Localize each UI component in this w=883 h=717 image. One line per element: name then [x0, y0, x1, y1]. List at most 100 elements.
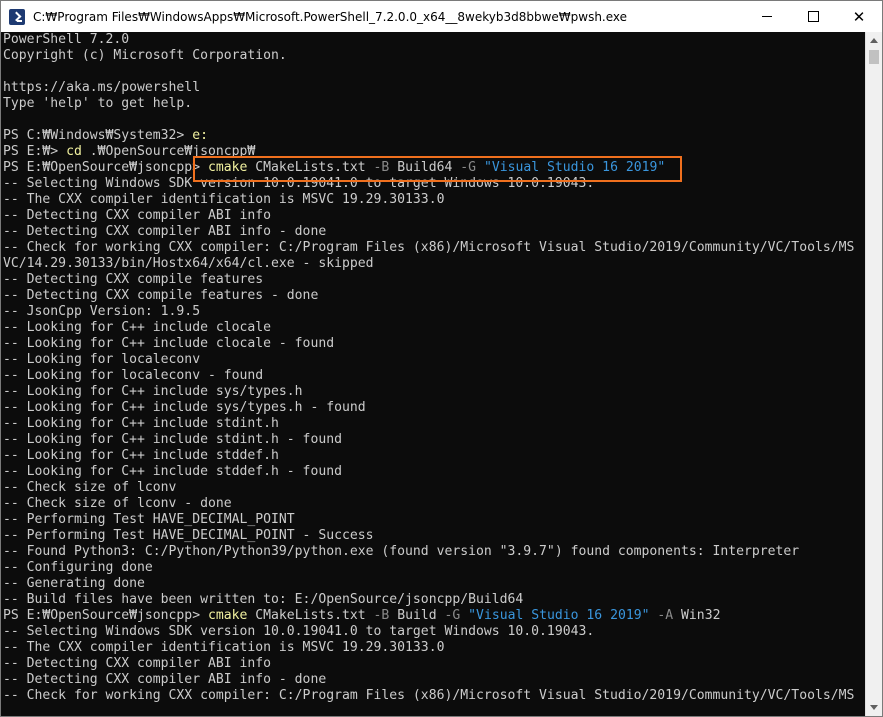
terminal-line: https://aka.ms/powershell [1, 80, 865, 96]
terminal-line: -- Check for working CXX compiler: C:/Pr… [1, 240, 865, 256]
terminal-line: -- Looking for C++ include stddef.h - fo… [1, 464, 865, 480]
terminal-line: -- The CXX compiler identification is MS… [1, 640, 865, 656]
minimize-icon [762, 16, 772, 17]
terminal-output[interactable]: PowerShell 7.2.0 Copyright (c) Microsoft … [1, 32, 865, 716]
close-button[interactable]: ✕ [836, 1, 882, 32]
command-highlight-box [193, 156, 682, 182]
terminal-token: Build [389, 608, 445, 623]
terminal-token: -- Looking for C++ include sys/types.h -… [3, 400, 366, 415]
terminal-line: PowerShell 7.2.0 [1, 32, 865, 48]
terminal-line: -- Looking for C++ include stdint.h - fo… [1, 432, 865, 448]
terminal-token: -- Detecting CXX compiler ABI info - don… [3, 672, 327, 687]
terminal-line: VC/14.29.30133/bin/Hostx64/x64/cl.exe - … [1, 256, 865, 272]
terminal-token: VC/14.29.30133/bin/Hostx64/x64/cl.exe - … [3, 256, 374, 271]
terminal-token: -- Detecting CXX compile features [3, 272, 264, 287]
terminal-token: -- Detecting CXX compiler ABI info [3, 656, 272, 671]
terminal-line: -- Detecting CXX compile features - done [1, 288, 865, 304]
terminal-token: cd [66, 144, 82, 159]
terminal-token: PS E:₩OpenSource₩jsoncpp> [3, 160, 208, 175]
terminal-token: -- Check for working CXX compiler: C:/Pr… [3, 688, 855, 703]
terminal-token: -- Looking for localeconv [3, 352, 201, 367]
arrow-up-icon [870, 38, 878, 43]
terminal-token: -- Performing Test HAVE_DECIMAL_POINT [3, 512, 295, 527]
terminal-token: Copyright (c) Microsoft Corporation. [3, 48, 287, 63]
terminal-line: -- Looking for C++ include sys/types.h -… [1, 400, 865, 416]
terminal-token: PS E:₩OpenSource₩jsoncpp> [3, 608, 208, 623]
title-bar[interactable]: C:₩Program Files₩WindowsApps₩Microsoft.P… [1, 1, 882, 32]
close-icon: ✕ [852, 7, 866, 26]
terminal-line: -- Looking for C++ include stdint.h [1, 416, 865, 432]
terminal-line: -- Detecting CXX compiler ABI info [1, 208, 865, 224]
terminal-line: -- Looking for localeconv - found [1, 368, 865, 384]
terminal-line: -- Looking for C++ include clocale - fou… [1, 336, 865, 352]
powershell-window: C:₩Program Files₩WindowsApps₩Microsoft.P… [0, 0, 883, 717]
terminal-token: -- Check size of lconv - done [3, 496, 232, 511]
terminal-token: -- Looking for C++ include clocale - fou… [3, 336, 335, 351]
terminal-line: Type 'help' to get help. [1, 96, 865, 112]
scroll-down-button[interactable] [866, 699, 882, 716]
terminal-token: -- Configuring done [3, 560, 153, 575]
terminal-line: -- Configuring done [1, 560, 865, 576]
terminal-line: -- Performing Test HAVE_DECIMAL_POINT - … [1, 528, 865, 544]
terminal-line: -- Check size of lconv [1, 480, 865, 496]
terminal-token: e: [192, 128, 208, 143]
maximize-button[interactable] [790, 1, 836, 32]
terminal-token: Win32 [673, 608, 721, 623]
terminal-line: PS E:₩OpenSource₩jsoncpp> cmake CMakeLis… [1, 608, 865, 624]
terminal-line: -- JsonCpp Version: 1.9.5 [1, 304, 865, 320]
powershell-icon [9, 8, 25, 25]
terminal-token: -- Check for working CXX compiler: C:/Pr… [3, 240, 855, 255]
terminal-token: PS E:₩> [3, 144, 67, 159]
terminal-line: -- Detecting CXX compiler ABI info - don… [1, 672, 865, 688]
arrow-down-icon [870, 705, 878, 710]
terminal-line: -- The CXX compiler identification is MS… [1, 192, 865, 208]
maximize-icon [807, 11, 819, 22]
terminal-token: -A [657, 608, 674, 623]
terminal-line: -- Check for working CXX compiler: C:/Pr… [1, 688, 865, 704]
terminal-token: -- Detecting CXX compiler ABI info - don… [3, 224, 327, 239]
terminal-token: CMakeLists.txt [247, 608, 374, 623]
terminal-line: -- Looking for C++ include clocale [1, 320, 865, 336]
terminal-token: -G [444, 608, 461, 623]
terminal-line: -- Detecting CXX compiler ABI info [1, 656, 865, 672]
terminal-token: -- Performing Test HAVE_DECIMAL_POINT - … [3, 528, 374, 543]
terminal-token: -- Selecting Windows SDK version 10.0.19… [3, 624, 595, 639]
terminal-token: PowerShell 7.2.0 [3, 32, 130, 47]
vertical-scrollbar[interactable] [865, 32, 882, 716]
terminal-token: -- Looking for C++ include stddef.h [3, 448, 279, 463]
terminal-token: -- Looking for C++ include stdint.h - fo… [3, 432, 342, 447]
scrollbar-thumb[interactable] [869, 50, 879, 64]
terminal-line: -- Detecting CXX compiler ABI info - don… [1, 224, 865, 240]
terminal-line: -- Detecting CXX compile features [1, 272, 865, 288]
terminal-token: PS C:₩Windows₩System32> [3, 128, 193, 143]
terminal-token: -- Found Python3: C:/Python/Python39/pyt… [3, 544, 800, 559]
terminal-line: -- Build files have been written to: E:/… [1, 592, 865, 608]
scroll-up-button[interactable] [866, 32, 882, 49]
minimize-button[interactable] [744, 1, 790, 32]
terminal-line: -- Performing Test HAVE_DECIMAL_POINT [1, 512, 865, 528]
terminal-token: cmake [207, 608, 248, 623]
terminal-token: -- Looking for C++ include stddef.h - fo… [3, 464, 342, 479]
terminal-token: -- Looking for C++ include clocale [3, 320, 272, 335]
terminal-token: -- Build files have been written to: E:/… [3, 592, 524, 607]
terminal-line: -- Generating done [1, 576, 865, 592]
terminal-token: -- Looking for localeconv - found [3, 368, 264, 383]
terminal-line: Copyright (c) Microsoft Corporation. [1, 48, 865, 64]
terminal-line: -- Looking for C++ include sys/types.h [1, 384, 865, 400]
terminal-token: -- Generating done [3, 576, 145, 591]
terminal-token: -- Check size of lconv [3, 480, 177, 495]
terminal-line: PS C:₩Windows₩System32> e: [1, 128, 865, 144]
terminal-token: -- JsonCpp Version: 1.9.5 [3, 304, 201, 319]
terminal-token: -- Detecting CXX compile features - done [3, 288, 319, 303]
terminal-token: -- Looking for C++ include stdint.h [3, 416, 279, 431]
terminal-line: -- Selecting Windows SDK version 10.0.19… [1, 624, 865, 640]
terminal-token: "Visual Studio 16 2019" [468, 608, 650, 623]
terminal-token: -- The CXX compiler identification is MS… [3, 192, 445, 207]
terminal-token: Type 'help' to get help. [3, 96, 193, 111]
window-title: C:₩Program Files₩WindowsApps₩Microsoft.P… [33, 9, 628, 24]
terminal-token: -- Looking for C++ include sys/types.h [3, 384, 303, 399]
terminal-token: -- Detecting CXX compiler ABI info [3, 208, 272, 223]
